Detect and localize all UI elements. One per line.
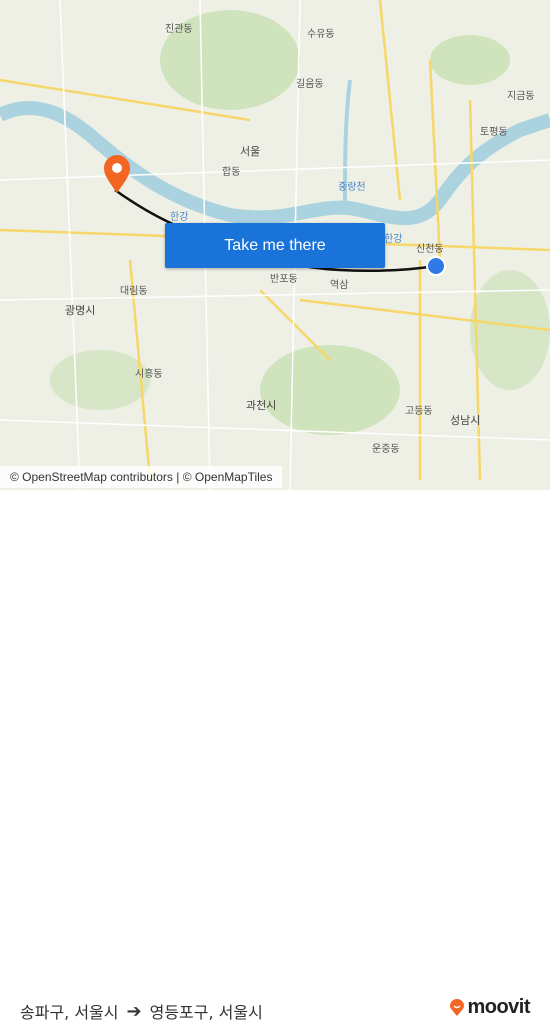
take-me-there-button[interactable]: Take me there	[165, 223, 385, 268]
moovit-pin-icon	[450, 998, 465, 1016]
map-label: 한강	[384, 234, 403, 245]
park-area	[50, 350, 150, 410]
map-attribution[interactable]: © OpenStreetMap contributors | © OpenMap…	[0, 466, 283, 488]
footer: 송파구, 서울시 ➔ 영등포구, 서울시 moovit	[0, 490, 550, 1022]
origin-label: 송파구, 서울시	[20, 1003, 119, 1022]
moovit-logo: moovit	[449, 996, 530, 1019]
destination-label: 영등포구, 서울시	[149, 1003, 263, 1022]
map-label: 합동	[222, 167, 241, 178]
map-label: 역삼	[330, 280, 349, 291]
map-label: 서울	[240, 145, 261, 158]
map-label: 고등동	[405, 406, 433, 417]
map-label: 신천동	[416, 244, 444, 255]
map-label: 과천시	[246, 399, 277, 412]
map-label: 지금동	[507, 91, 535, 102]
map-label: 중랑천	[338, 182, 366, 193]
moovit-wordmark: moovit	[467, 996, 530, 1018]
map-label: 성남시	[450, 414, 481, 427]
map-label: 수유동	[307, 29, 335, 40]
map-label: 한강	[170, 212, 189, 223]
park-area	[470, 270, 550, 390]
map[interactable]: 한강 한강 서울 중랑천 광명시 과천시 성남시 신천동 반포동 역삼 대림동 …	[0, 0, 550, 490]
route-summary: 송파구, 서울시 ➔ 영등포구, 서울시	[20, 999, 263, 1023]
map-label: 길음동	[296, 79, 324, 90]
destination-dot-icon	[426, 256, 446, 276]
map-label: 대림동	[120, 286, 148, 297]
map-label: 토평동	[480, 127, 508, 138]
map-label: 운중동	[372, 444, 400, 455]
map-label: 진관동	[165, 24, 193, 35]
map-label: 반포동	[270, 274, 298, 285]
map-label: 광명시	[65, 304, 96, 317]
arrow-right-icon: ➔	[126, 1000, 142, 1022]
park-area	[430, 35, 510, 85]
map-label: 시흥동	[135, 369, 163, 380]
